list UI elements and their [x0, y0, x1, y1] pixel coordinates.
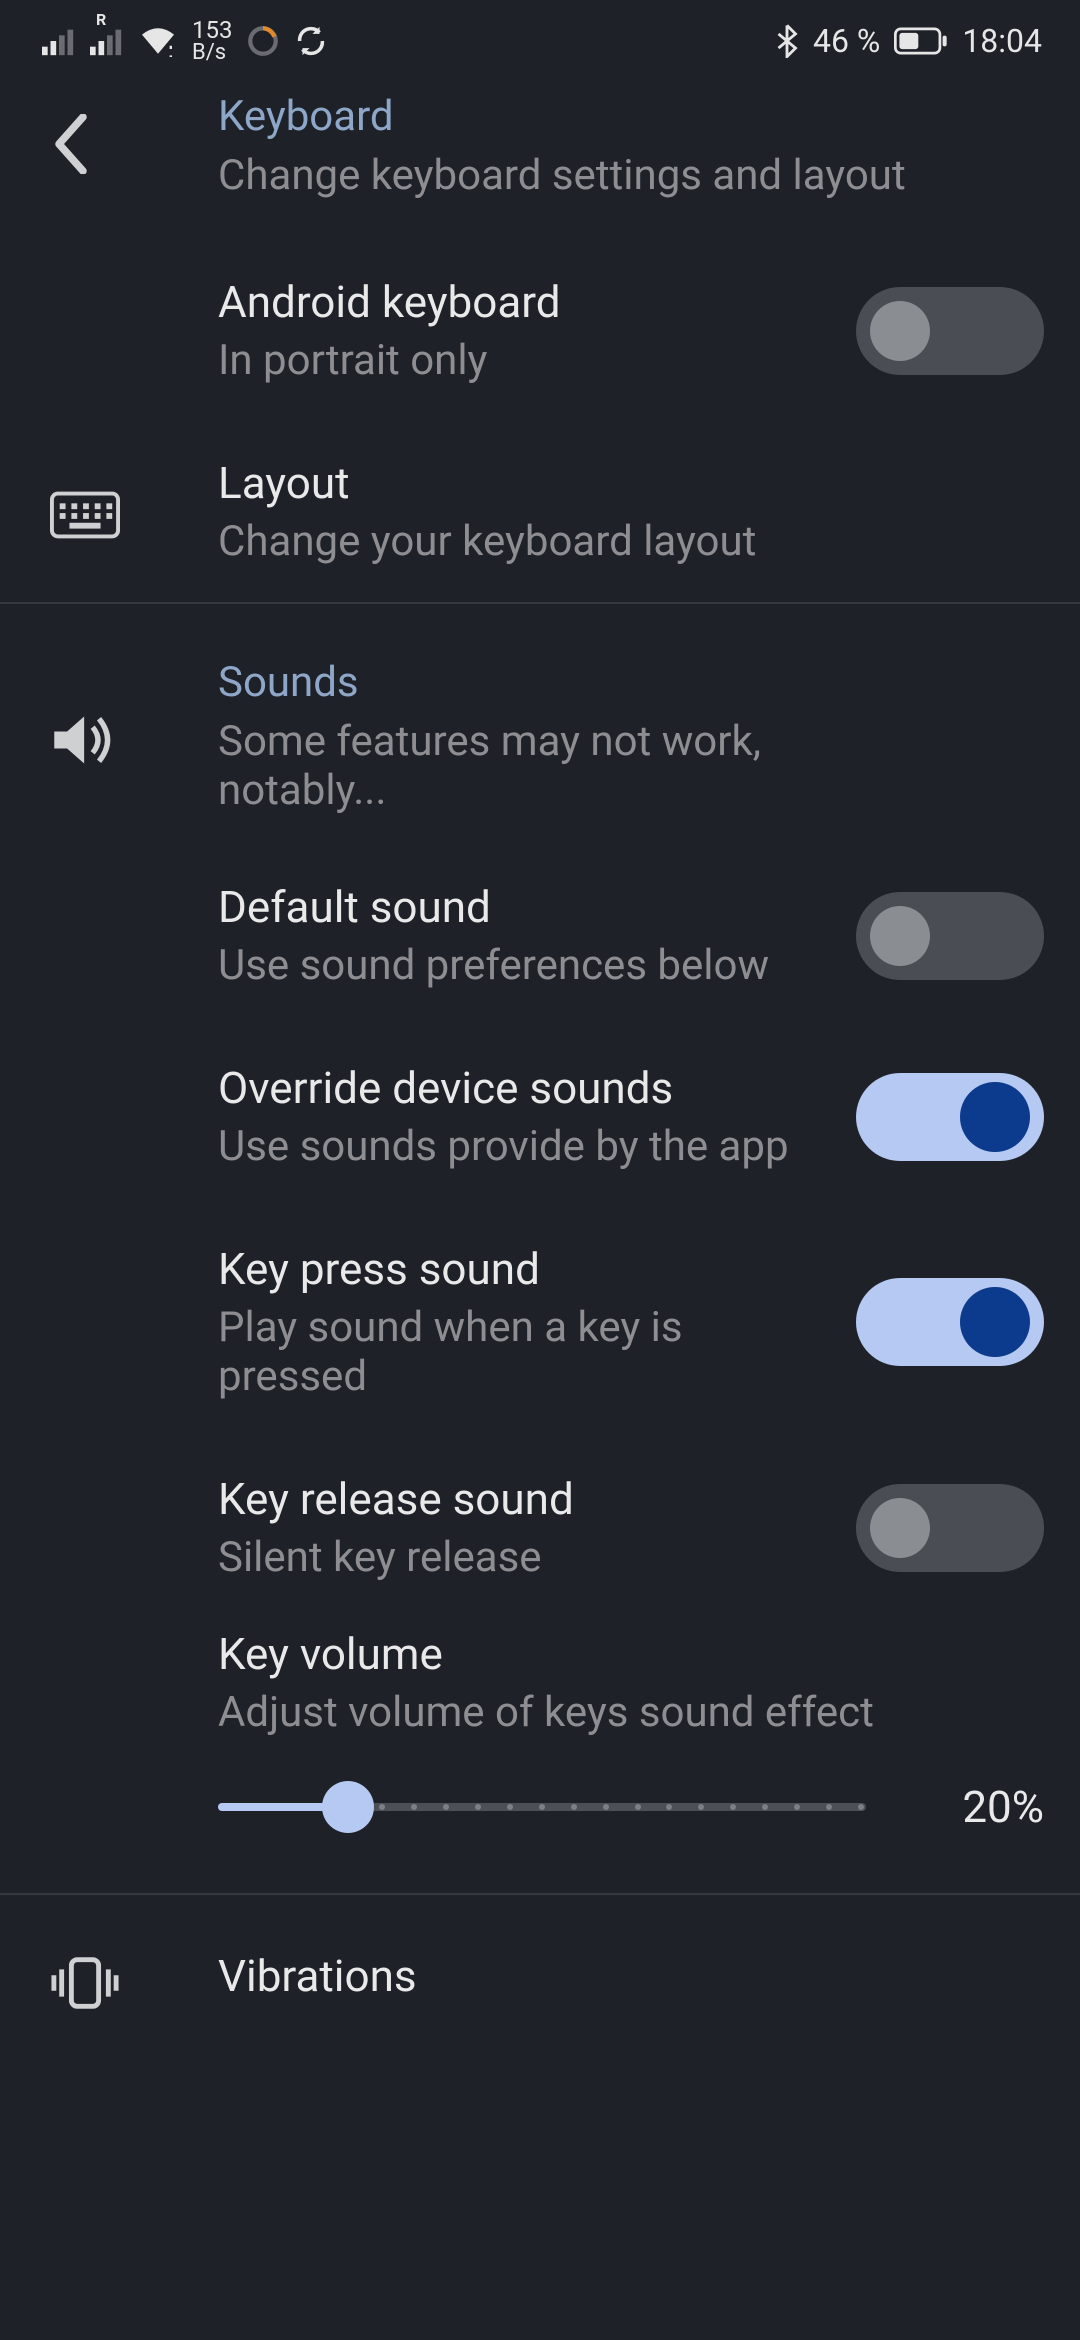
row-subtitle: Use sound preferences below	[218, 941, 824, 990]
status-left: R 153 B/s	[42, 18, 328, 64]
key-volume-value: 20%	[914, 1781, 1044, 1833]
row-key-release-sound[interactable]: Key release sound Silent key release	[0, 1437, 1080, 1618]
battery-percent: 46 %	[813, 22, 880, 60]
section-category: Sounds	[218, 658, 824, 707]
data-usage-icon	[246, 24, 280, 58]
toggle-key-release-sound[interactable]	[856, 1484, 1044, 1572]
toggle-android-keyboard[interactable]	[856, 287, 1044, 375]
wifi-icon	[138, 25, 178, 57]
roaming-signal-icon: R	[90, 26, 124, 56]
back-icon[interactable]	[50, 114, 92, 174]
network-speed: 153 B/s	[192, 18, 232, 64]
row-title: Key press sound	[218, 1243, 824, 1295]
row-title: Key release sound	[218, 1473, 824, 1525]
row-key-press-sound[interactable]: Key press sound Play sound when a key is…	[0, 1207, 1080, 1437]
row-subtitle: Change your keyboard layout	[218, 517, 824, 566]
network-speed-unit: B/s	[192, 42, 232, 64]
bluetooth-icon	[775, 24, 799, 58]
slider-thumb[interactable]	[322, 1781, 374, 1833]
row-title: Override device sounds	[218, 1062, 824, 1114]
key-volume-slider[interactable]	[218, 1803, 866, 1811]
row-subtitle: Silent key release	[218, 1533, 824, 1582]
status-time: 18:04	[962, 22, 1042, 60]
row-key-volume: Key volume Adjust volume of keys sound e…	[0, 1618, 1080, 1893]
section-subtitle: Change keyboard settings and layout	[218, 151, 906, 200]
sound-icon	[50, 712, 114, 768]
row-android-keyboard[interactable]: Android keyboard In portrait only	[0, 240, 1080, 421]
toggle-default-sound[interactable]	[856, 892, 1044, 980]
signal-icon	[42, 26, 76, 56]
sync-icon	[294, 24, 328, 58]
toggle-override-sounds[interactable]	[856, 1073, 1044, 1161]
row-subtitle: Use sounds provide by the app	[218, 1122, 824, 1171]
battery-icon	[894, 27, 948, 55]
row-override-sounds[interactable]: Override device sounds Use sounds provid…	[0, 1026, 1080, 1207]
section-header-keyboard: Keyboard Change keyboard settings and la…	[0, 70, 1080, 240]
section-header-sounds: Sounds Some features may not work, notab…	[0, 604, 1080, 845]
vibration-icon	[50, 1955, 120, 2011]
row-subtitle: Play sound when a key is pressed	[218, 1303, 824, 1401]
row-vibrations[interactable]: Vibrations	[0, 1895, 1080, 2047]
row-default-sound[interactable]: Default sound Use sound preferences belo…	[0, 845, 1080, 1026]
toggle-key-press-sound[interactable]	[856, 1278, 1044, 1366]
status-right: 46 % 18:04	[775, 22, 1042, 60]
section-category: Keyboard	[218, 92, 906, 141]
row-title: Default sound	[218, 881, 824, 933]
row-title: Key volume	[218, 1628, 1044, 1680]
row-title: Layout	[218, 457, 824, 509]
status-bar: R 153 B/s 46 %	[0, 0, 1080, 70]
network-speed-value: 153	[192, 18, 232, 42]
row-layout[interactable]: Layout Change your keyboard layout	[0, 421, 1080, 602]
row-title: Android keyboard	[218, 276, 824, 328]
row-title: Vibrations	[218, 1950, 824, 2002]
keyboard-icon	[50, 491, 120, 539]
row-subtitle: Adjust volume of keys sound effect	[218, 1688, 1044, 1737]
section-subtitle: Some features may not work, notably...	[218, 717, 824, 815]
settings-page: Keyboard Change keyboard settings and la…	[0, 70, 1080, 2047]
row-subtitle: In portrait only	[218, 336, 824, 385]
